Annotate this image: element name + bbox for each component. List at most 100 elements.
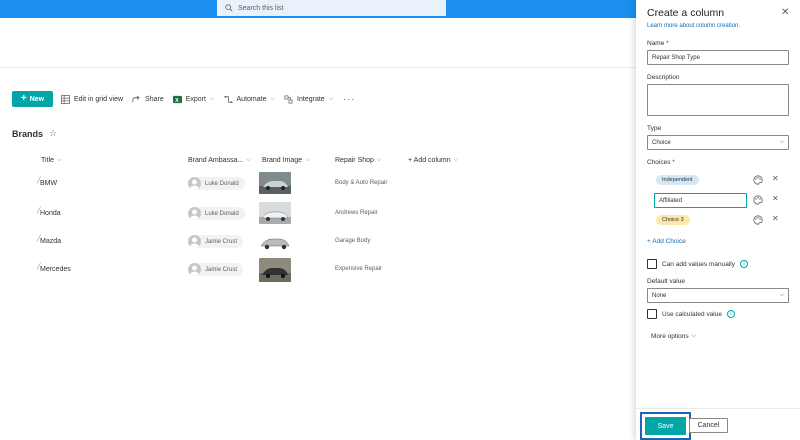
color-palette-icon[interactable] — [753, 195, 763, 205]
brand-image-thumbnail[interactable] — [259, 202, 291, 224]
person-icon — [190, 209, 199, 220]
table-row[interactable]: ╱ Honda Luke Donald Andrews Repair — [0, 200, 636, 228]
header-divider — [0, 67, 636, 68]
choice-chip[interactable]: Independent — [656, 175, 699, 185]
repair-shop-cell: Garage Body — [335, 238, 371, 244]
share-label: Share — [145, 95, 164, 103]
column-header-label: Brand Image — [262, 157, 303, 164]
row-title-text: BMW — [40, 180, 58, 187]
cancel-button[interactable]: Cancel — [689, 418, 728, 433]
remove-choice-icon[interactable]: ✕ — [772, 214, 779, 223]
checkbox-box[interactable] — [647, 309, 657, 319]
info-icon[interactable]: i — [740, 260, 748, 268]
choice-item[interactable]: Affiliated ✕ — [654, 193, 790, 208]
choice-item[interactable]: Choice 3 ✕ — [654, 213, 790, 227]
person-chip[interactable]: Jamie Crust — [188, 263, 244, 276]
footer-divider — [636, 408, 800, 409]
excel-icon: X — [172, 95, 182, 103]
automate-button[interactable]: Automate ⌵ — [223, 95, 275, 104]
new-button[interactable]: + New — [12, 91, 53, 107]
calculated-value-checkbox[interactable]: Use calculated value i — [647, 309, 735, 319]
default-value-dropdown[interactable]: None ⌵ — [647, 288, 789, 303]
row-title-text: Honda — [40, 210, 61, 217]
type-label: Type — [647, 125, 662, 132]
choice-item[interactable]: Independent ✕ — [654, 173, 790, 187]
row-title[interactable]: ╱ Honda — [37, 208, 61, 217]
more-options-button[interactable]: More options ⌵ — [651, 333, 696, 340]
edit-pencil-icon: ╱ — [37, 264, 41, 270]
brand-image-thumbnail[interactable] — [259, 230, 291, 252]
description-label: Description — [647, 74, 680, 81]
color-palette-icon[interactable] — [753, 175, 763, 185]
save-button[interactable]: Save — [645, 417, 686, 435]
person-chip[interactable]: Luke Donald — [188, 177, 245, 190]
column-header-brand-image[interactable]: Brand Image ⌵ — [262, 157, 310, 164]
repair-shop-cell: Expensive Repair — [335, 266, 383, 272]
edit-pencil-icon: ╱ — [37, 178, 41, 184]
chevron-down-icon: ⌵ — [779, 139, 784, 145]
column-header-label: Title — [41, 157, 54, 164]
search-placeholder: Search this list — [238, 4, 284, 12]
integrate-icon — [284, 95, 293, 103]
automate-icon — [223, 95, 233, 103]
favorite-star-icon[interactable]: ☆ — [49, 128, 57, 139]
close-icon[interactable]: ✕ — [781, 7, 789, 18]
add-choice-button[interactable]: + Add Choice — [647, 238, 686, 245]
avatar — [188, 263, 201, 276]
remove-choice-icon[interactable]: ✕ — [772, 174, 779, 183]
manual-values-label: Can add values manually — [662, 260, 735, 268]
manual-values-checkbox[interactable]: Can add values manually i — [647, 259, 748, 269]
default-value-text: None — [652, 292, 667, 299]
row-title[interactable]: ╱ Mercedes — [37, 264, 71, 273]
table-row[interactable]: ╱ BMW Luke Donald Body & Auto Repair — [0, 170, 636, 198]
search-input[interactable]: Search this list — [217, 0, 446, 16]
panel-title: Create a column — [647, 7, 725, 19]
remove-choice-icon[interactable]: ✕ — [772, 194, 779, 203]
row-title[interactable]: ╱ BMW — [37, 178, 58, 187]
plus-icon: + — [20, 93, 27, 104]
person-icon — [190, 265, 199, 276]
name-field[interactable]: Repair Shop Type — [647, 50, 789, 65]
export-button[interactable]: X Export ⌵ — [172, 95, 215, 104]
person-chip[interactable]: Luke Donald — [188, 207, 245, 220]
integrate-button[interactable]: Integrate ⌵ — [284, 95, 333, 104]
edit-grid-button[interactable]: Edit in grid view — [61, 94, 123, 104]
table-row[interactable]: ╱ Mercedes Jamie Crust Expensive Repair — [0, 256, 636, 284]
list-title-area: Brands ☆ — [12, 128, 57, 139]
type-dropdown[interactable]: Choice ⌵ — [647, 135, 789, 150]
repair-shop-cell: Body & Auto Repair — [335, 180, 388, 186]
column-header-brand-ambassador[interactable]: Brand Ambassa... ⌵ — [188, 157, 251, 164]
chevron-down-icon: ⌵ — [209, 95, 215, 102]
automate-label: Automate — [236, 95, 267, 103]
chevron-down-icon: ⌵ — [376, 157, 382, 163]
row-title-text: Mercedes — [40, 266, 71, 273]
choice-input-field[interactable]: Affiliated — [654, 193, 747, 208]
info-icon[interactable]: i — [726, 310, 735, 318]
row-title-text: Mazda — [40, 238, 62, 245]
save-button-focus-ring: Save — [640, 412, 691, 440]
learn-more-link[interactable]: Learn more about column creation. — [647, 23, 740, 29]
chevron-down-icon: ⌵ — [56, 157, 62, 163]
color-palette-icon[interactable] — [753, 215, 763, 225]
description-field[interactable] — [647, 84, 789, 116]
chevron-down-icon: ⌵ — [305, 157, 310, 163]
table-row[interactable]: ╱ Mazda Jamie Crust Garage Body — [0, 228, 636, 256]
person-name: Jamie Crust — [205, 238, 238, 245]
share-button[interactable]: Share — [132, 95, 164, 104]
row-title[interactable]: ╱ Mazda — [37, 236, 62, 245]
more-commands-button[interactable]: ··· — [343, 94, 355, 104]
name-label-text: Name — [647, 40, 665, 47]
chevron-down-icon: ⌵ — [691, 333, 697, 339]
column-header-title[interactable]: Title ⌵ — [41, 157, 62, 164]
choice-chip[interactable]: Choice 3 — [656, 215, 690, 225]
new-label: New — [29, 95, 45, 103]
brand-image-thumbnail[interactable] — [259, 172, 291, 194]
column-header-repair-shop[interactable]: Repair Shop ⌵ — [335, 157, 381, 164]
checkbox-box[interactable] — [647, 259, 657, 269]
avatar — [188, 207, 201, 220]
add-column-button[interactable]: + Add column ⌵ — [408, 157, 458, 164]
car-photo-icon — [259, 258, 291, 282]
brand-image-thumbnail[interactable] — [259, 258, 291, 282]
chevron-down-icon: ⌵ — [328, 95, 334, 102]
person-chip[interactable]: Jamie Crust — [188, 235, 244, 248]
